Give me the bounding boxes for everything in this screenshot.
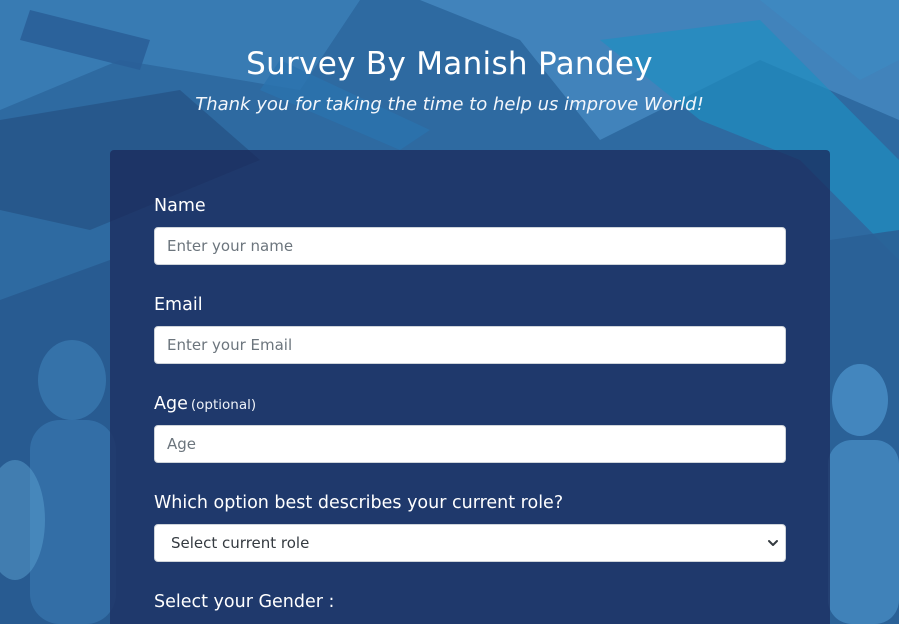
chevron-down-icon [768, 540, 778, 546]
survey-form: Name Email Age(optional) Which option be… [110, 150, 830, 624]
email-field-group: Email [154, 295, 786, 364]
age-optional-hint: (optional) [190, 397, 257, 413]
gender-label: Select your Gender : [154, 592, 335, 612]
role-select-value: Select current role [171, 534, 310, 552]
name-field-group: Name [154, 196, 786, 265]
age-label-text: Age [154, 394, 188, 414]
age-field-group: Age (optional) [154, 394, 786, 463]
page-subtitle: Thank you for taking the time to help us… [195, 94, 704, 115]
email-input[interactable] [154, 326, 786, 364]
role-select[interactable]: Select current role [154, 524, 786, 562]
name-label: Name [154, 196, 206, 216]
page-title: Survey By Manish Pandey [246, 46, 653, 82]
age-label: Age (optional) [154, 394, 786, 416]
role-field-group: Which option best describes your current… [154, 493, 786, 562]
gender-field-group: Select your Gender : [154, 592, 786, 614]
name-input[interactable] [154, 227, 786, 265]
email-label: Email [154, 295, 203, 315]
survey-header: Survey By Manish Pandey Thank you for ta… [0, 46, 899, 115]
role-label: Which option best describes your current… [154, 493, 564, 513]
age-input[interactable] [154, 425, 786, 463]
